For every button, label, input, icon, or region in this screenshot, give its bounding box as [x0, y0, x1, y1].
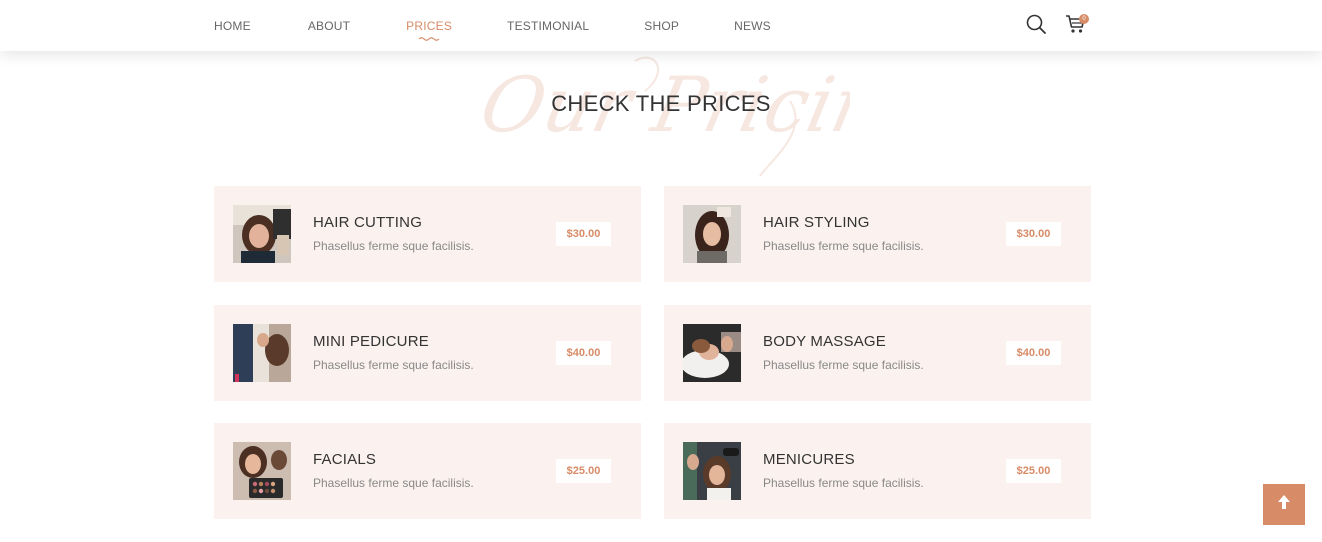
service-description: Phasellus ferme sque facilisis.	[763, 476, 924, 490]
main-nav: HOME ABOUT PRICES TESTIMONIAL SHOP NEWS	[214, 0, 771, 51]
price-badge: $25.00	[556, 459, 611, 483]
nav-news[interactable]: NEWS	[734, 19, 771, 33]
nav-shop[interactable]: SHOP	[644, 19, 679, 33]
back-to-top-button[interactable]	[1263, 484, 1305, 525]
price-card-hair-styling[interactable]: HAIR STYLING Phasellus ferme sque facili…	[664, 186, 1091, 282]
pricing-section-header: Our Pricing CHECK THE PRICES	[0, 51, 1322, 181]
service-description: Phasellus ferme sque facilisis.	[763, 239, 924, 253]
search-icon[interactable]	[1024, 12, 1048, 36]
price-card-body-massage[interactable]: BODY MASSAGE Phasellus ferme sque facili…	[664, 305, 1091, 401]
service-name: MINI PEDICURE	[313, 333, 429, 350]
price-card-facials[interactable]: FACIALS Phasellus ferme sque facilisis. …	[214, 423, 641, 519]
service-photo-hair-dryer	[683, 442, 741, 500]
service-description: Phasellus ferme sque facilisis.	[313, 476, 474, 490]
service-name: BODY MASSAGE	[763, 333, 886, 350]
service-description: Phasellus ferme sque facilisis.	[313, 358, 474, 372]
service-photo-salon-stylists	[233, 324, 291, 382]
price-badge: $40.00	[556, 341, 611, 365]
service-name: FACIALS	[313, 451, 377, 468]
service-photo-woman-hair-styling	[683, 205, 741, 263]
nav-prices[interactable]: PRICES	[406, 18, 453, 41]
price-card-mini-pedicure[interactable]: MINI PEDICURE Phasellus ferme sque facil…	[214, 305, 641, 401]
arrow-up-icon	[1275, 493, 1293, 516]
service-description: Phasellus ferme sque facilisis.	[313, 239, 474, 253]
price-badge: $40.00	[1006, 341, 1061, 365]
price-badge: $30.00	[556, 222, 611, 246]
nav-testimonial[interactable]: TESTIMONIAL	[507, 19, 589, 33]
service-photo-makeup-palette	[233, 442, 291, 500]
top-navbar: HOME ABOUT PRICES TESTIMONIAL SHOP NEWS	[0, 0, 1322, 51]
price-card-menicures[interactable]: MENICURES Phasellus ferme sque facilisis…	[664, 423, 1091, 519]
nav-about[interactable]: ABOUT	[308, 19, 350, 33]
price-badge: $25.00	[1006, 459, 1061, 483]
nav-home[interactable]: HOME	[214, 19, 251, 33]
nav-prices-label: PRICES	[406, 18, 453, 33]
service-name: HAIR CUTTING	[313, 214, 423, 231]
cart-icon[interactable]: 0	[1064, 12, 1089, 36]
service-name: HAIR STYLING	[763, 214, 870, 231]
service-description: Phasellus ferme sque facilisis.	[763, 358, 924, 372]
header-icons: 0	[1024, 12, 1089, 36]
service-name: MENICURES	[763, 451, 855, 468]
service-photo-woman-haircut	[233, 205, 291, 263]
price-card-hair-cutting[interactable]: HAIR CUTTING Phasellus ferme sque facili…	[214, 186, 641, 282]
price-badge: $30.00	[1006, 222, 1061, 246]
cart-count-badge: 0	[1079, 14, 1089, 24]
service-photo-hair-washing	[683, 324, 741, 382]
section-title: CHECK THE PRICES	[551, 91, 771, 116]
active-wave-underline	[418, 36, 440, 41]
